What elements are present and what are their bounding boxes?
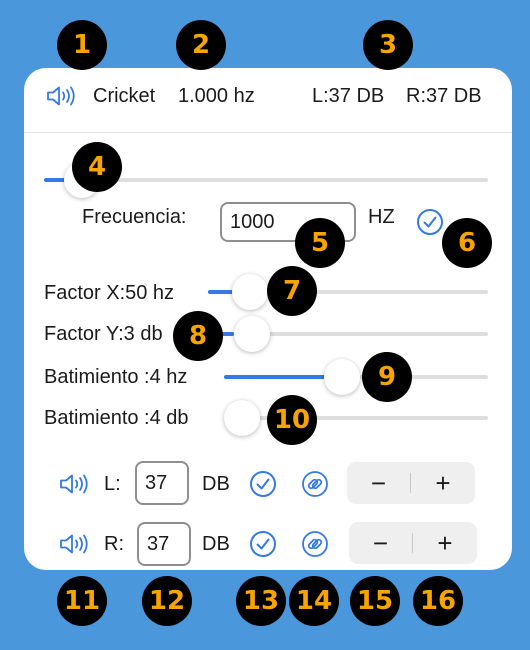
left-level-stepper: − + xyxy=(347,462,475,504)
header-divider xyxy=(24,132,512,133)
frequency-display: 1.000 hz xyxy=(178,85,255,107)
beat-hz-label: Batimiento :4 hz xyxy=(44,366,188,388)
sound-name: Cricket xyxy=(93,85,156,107)
right-level-display: R:37 DB xyxy=(406,85,482,107)
callout-badge: 16 xyxy=(413,576,463,626)
beat-db-slider-thumb[interactable] xyxy=(224,400,260,436)
factor-x-label: Factor X:50 hz xyxy=(44,282,175,304)
callout-badge: 1 xyxy=(57,20,107,70)
callout-badge: 14 xyxy=(289,576,339,626)
callout-badge: 13 xyxy=(236,576,286,626)
frequency-confirm-icon[interactable] xyxy=(416,208,444,236)
right-increment-button[interactable]: + xyxy=(413,522,477,564)
factor-y-slider-thumb[interactable] xyxy=(234,316,270,352)
frequency-label: Frecuencia: xyxy=(82,206,187,228)
right-speaker-icon[interactable] xyxy=(59,533,91,555)
right-level-stepper: − + xyxy=(349,522,477,564)
frequency-input-value: 1000 xyxy=(230,210,275,233)
callout-badge: 3 xyxy=(363,20,413,70)
callout-badge: 4 xyxy=(72,142,122,192)
left-unit: DB xyxy=(202,473,230,495)
beat-db-slider[interactable] xyxy=(224,416,488,420)
right-link-icon[interactable] xyxy=(301,530,329,558)
callout-badge: 9 xyxy=(362,352,412,402)
callout-badge: 2 xyxy=(176,20,226,70)
left-level-value: 37 xyxy=(145,471,168,494)
right-confirm-icon[interactable] xyxy=(249,530,277,558)
callout-badge: 6 xyxy=(442,218,492,268)
left-increment-button[interactable]: + xyxy=(411,462,475,504)
factor-y-label: Factor Y:3 db xyxy=(44,323,163,345)
left-decrement-button[interactable]: − xyxy=(347,462,410,504)
right-unit: DB xyxy=(202,533,230,555)
beat-hz-slider-thumb[interactable] xyxy=(324,359,360,395)
callout-badge: 5 xyxy=(295,218,345,268)
right-decrement-button[interactable]: − xyxy=(349,522,412,564)
beat-db-label: Batimiento :4 db xyxy=(44,407,189,429)
left-channel-label: L: xyxy=(104,473,121,495)
right-channel-label: R: xyxy=(104,533,124,555)
left-confirm-icon[interactable] xyxy=(249,470,277,498)
left-link-icon[interactable] xyxy=(301,470,329,498)
callout-badge: 7 xyxy=(267,266,317,316)
factor-x-slider-thumb[interactable] xyxy=(232,274,268,310)
callout-badge: 12 xyxy=(142,576,192,626)
left-speaker-icon[interactable] xyxy=(59,473,91,495)
callout-badge: 15 xyxy=(350,576,400,626)
speaker-icon[interactable] xyxy=(46,85,78,107)
callout-badge: 10 xyxy=(267,395,317,445)
callout-badge: 11 xyxy=(57,576,107,626)
right-level-value: 37 xyxy=(147,532,170,555)
frequency-unit: HZ xyxy=(368,206,395,228)
callout-badge: 8 xyxy=(173,311,223,361)
left-level-input[interactable]: 37 xyxy=(135,461,189,505)
right-level-input[interactable]: 37 xyxy=(137,522,191,566)
left-level-display: L:37 DB xyxy=(312,85,385,107)
